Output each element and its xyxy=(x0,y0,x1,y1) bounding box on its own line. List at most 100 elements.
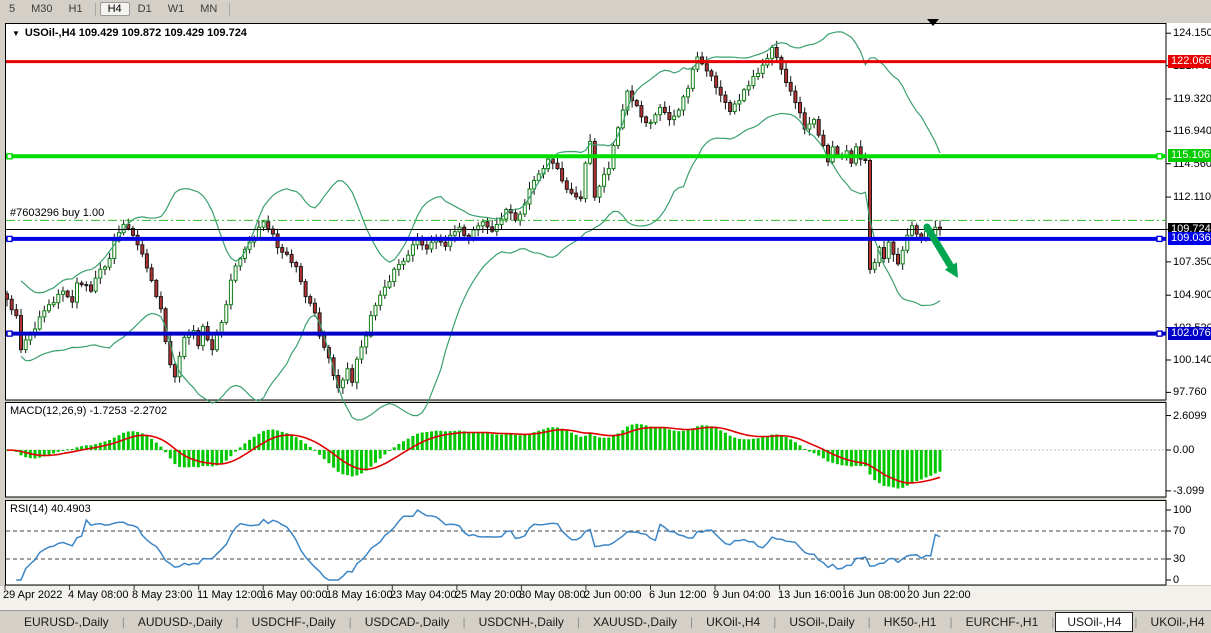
macd-bar xyxy=(416,434,419,450)
tab-usdchf-daily[interactable]: USDCHF-,Daily xyxy=(240,612,348,632)
timeframe-button-5[interactable]: 5 xyxy=(1,2,23,16)
tab-audusd-daily[interactable]: AUDUSD-,Daily xyxy=(126,612,235,632)
tab-hk50-h1[interactable]: HK50-,H1 xyxy=(872,612,949,632)
line-handle[interactable] xyxy=(1157,331,1162,336)
macd-bar xyxy=(57,450,60,452)
bull-candle xyxy=(215,335,218,350)
macd-bar xyxy=(659,427,662,450)
bear-candle xyxy=(304,282,307,297)
line-handle[interactable] xyxy=(7,154,12,159)
macd-bar xyxy=(355,450,358,475)
macd-bar xyxy=(145,436,148,450)
line-handle[interactable] xyxy=(7,331,12,336)
date-label: 2 Jun 00:00 xyxy=(584,589,642,601)
macd-bar xyxy=(397,444,400,450)
timeframe-button-mn[interactable]: MN xyxy=(192,2,225,16)
symbol-dropdown-icon[interactable]: ▼ xyxy=(12,29,20,38)
timeframe-button-m30[interactable]: M30 xyxy=(23,2,60,16)
date-label: 9 Jun 04:00 xyxy=(713,589,771,601)
main-pane[interactable] xyxy=(6,24,1167,401)
bull-candle xyxy=(519,214,522,220)
timeframe-button-d1[interactable]: D1 xyxy=(130,2,160,16)
bull-candle xyxy=(257,227,260,238)
bull-candle xyxy=(234,266,237,280)
line-handle[interactable] xyxy=(1157,236,1162,241)
bull-candle xyxy=(901,250,904,264)
macd-bar xyxy=(934,450,937,474)
bear-candle xyxy=(715,76,718,87)
tab-eurusd-daily[interactable]: EURUSD-,Daily xyxy=(12,612,121,632)
macd-bar xyxy=(859,450,862,466)
bear-candle xyxy=(883,248,886,259)
tab-ukoil-h4[interactable]: UKOil-,H4 xyxy=(694,612,772,632)
tab-ukoil-h4[interactable]: UKOil-,H4 xyxy=(1139,612,1211,632)
price-tick-label: 112.110 xyxy=(1173,191,1211,203)
line-handle[interactable] xyxy=(7,236,12,241)
macd-bar xyxy=(430,431,433,450)
macd-bar xyxy=(873,450,876,480)
bull-candle xyxy=(603,174,606,186)
macd-bar xyxy=(48,450,51,455)
timeframe-button-h4[interactable]: H4 xyxy=(100,2,130,16)
chart-title-row[interactable]: ▼ USOil-,H4 109.429 109.872 109.429 109.… xyxy=(12,27,247,39)
bull-candle xyxy=(62,291,65,294)
bear-candle xyxy=(565,181,568,189)
bear-candle xyxy=(267,222,270,229)
bear-candle xyxy=(66,291,69,297)
macd-bar xyxy=(766,436,769,450)
timeframe-button-h1[interactable]: H1 xyxy=(61,2,91,16)
macd-bar xyxy=(239,447,242,450)
toolbar-separator xyxy=(95,3,96,16)
bull-candle xyxy=(201,327,204,346)
app-window: 5M30H1 H4D1W1MN ▼ USOil-,H4 109.429 109.8… xyxy=(0,0,1211,633)
bull-candle xyxy=(38,317,41,329)
macd-bar xyxy=(383,450,386,455)
macd-bar xyxy=(169,450,172,458)
bear-candle xyxy=(785,69,788,82)
tab-usdcnh-daily[interactable]: USDCNH-,Daily xyxy=(467,612,576,632)
bear-candle xyxy=(593,141,596,197)
macd-bar xyxy=(906,450,909,486)
tab-usdcad-daily[interactable]: USDCAD-,Daily xyxy=(353,612,462,632)
tab-usoil-daily[interactable]: USOil-,Daily xyxy=(777,612,866,632)
macd-bar xyxy=(500,435,503,450)
macd-tick-label: 0.00 xyxy=(1173,444,1194,456)
macd-bar xyxy=(701,425,704,450)
bull-candle xyxy=(495,225,498,232)
line-handle[interactable] xyxy=(1157,154,1162,159)
macd-bar xyxy=(673,431,676,450)
macd-bar xyxy=(132,431,135,450)
tab-usoil-h4[interactable]: USOil-,H4 xyxy=(1055,612,1133,632)
macd-bar xyxy=(645,425,648,450)
bear-candle xyxy=(710,71,713,76)
bear-candle xyxy=(705,64,708,71)
bull-candle xyxy=(43,311,46,317)
bear-candle xyxy=(575,193,578,197)
bull-candle xyxy=(104,267,107,269)
rsi-pane[interactable] xyxy=(6,501,1167,586)
macd-bar xyxy=(257,434,260,450)
bull-candle xyxy=(262,222,265,227)
bear-candle xyxy=(864,159,867,160)
bull-candle xyxy=(225,305,228,323)
bear-candle xyxy=(780,57,783,69)
macd-bar xyxy=(939,450,942,472)
macd-bar xyxy=(845,450,848,466)
macd-bar xyxy=(439,431,442,450)
bull-candle xyxy=(397,265,400,270)
tab-xauusd-daily[interactable]: XAUUSD-,Daily xyxy=(581,612,689,632)
macd-bar xyxy=(719,430,722,450)
bear-candle xyxy=(425,245,428,249)
bear-candle xyxy=(444,242,447,246)
chart-canvas[interactable] xyxy=(0,0,1211,633)
tab-eurchf-h1[interactable]: EURCHF-,H1 xyxy=(954,612,1051,632)
bear-candle xyxy=(173,365,176,377)
macd-bar xyxy=(477,433,480,450)
timeframe-button-w1[interactable]: W1 xyxy=(160,2,193,16)
macd-bar xyxy=(799,445,802,450)
macd-bar xyxy=(248,440,251,450)
price-tick-label: 107.350 xyxy=(1173,256,1211,268)
macd-bar xyxy=(365,450,368,471)
timeframe-toolbar: 5M30H1 H4D1W1MN xyxy=(0,0,1211,18)
macd-bar xyxy=(687,430,690,450)
